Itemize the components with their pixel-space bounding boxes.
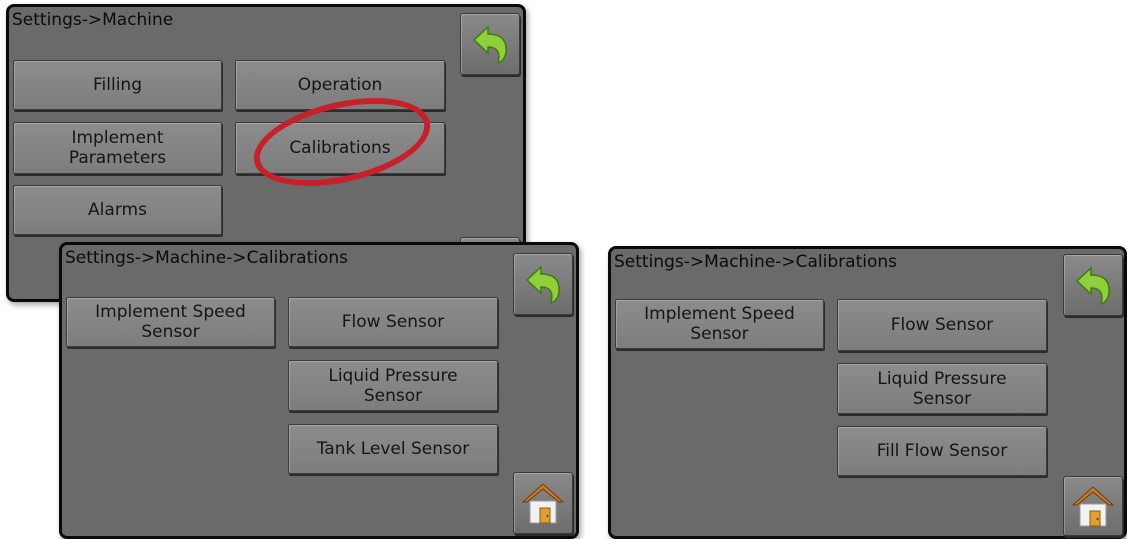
- alarms-button[interactable]: Alarms: [13, 185, 222, 235]
- liquid-pressure-sensor-button[interactable]: Liquid Pressure Sensor: [288, 360, 498, 411]
- screen-title: Settings->Machine->Calibrations: [614, 252, 897, 272]
- calibrations-screen-fill-flow: Settings->Machine->Calibrations Implemen…: [608, 246, 1127, 539]
- back-arrow-icon: [525, 265, 560, 305]
- screen-title: Settings->Machine: [12, 10, 174, 30]
- calibrations-button[interactable]: Calibrations: [235, 122, 445, 174]
- back-button[interactable]: [1063, 254, 1123, 316]
- screen-title: Settings->Machine->Calibrations: [65, 248, 348, 268]
- back-button[interactable]: [513, 253, 573, 315]
- implement-speed-sensor-button[interactable]: Implement Speed Sensor: [66, 297, 275, 347]
- flow-sensor-button[interactable]: Flow Sensor: [837, 299, 1047, 351]
- implement-parameters-button[interactable]: Implement Parameters: [13, 122, 222, 174]
- liquid-pressure-sensor-button[interactable]: Liquid Pressure Sensor: [837, 363, 1047, 414]
- operation-button[interactable]: Operation: [235, 60, 445, 110]
- flow-sensor-button[interactable]: Flow Sensor: [288, 297, 498, 347]
- filling-button[interactable]: Filling: [13, 60, 222, 110]
- tank-level-sensor-button[interactable]: Tank Level Sensor: [288, 424, 498, 474]
- home-button[interactable]: [1063, 476, 1123, 536]
- fill-flow-sensor-button[interactable]: Fill Flow Sensor: [837, 426, 1047, 476]
- back-button[interactable]: [460, 13, 520, 75]
- back-arrow-icon: [472, 25, 507, 65]
- home-button[interactable]: [513, 472, 573, 534]
- implement-speed-sensor-button[interactable]: Implement Speed Sensor: [615, 299, 824, 349]
- home-icon: [521, 483, 565, 524]
- back-arrow-icon: [1075, 266, 1110, 306]
- home-icon: [1071, 486, 1115, 527]
- calibrations-screen-tank: Settings->Machine->Calibrations Implemen…: [59, 242, 579, 539]
